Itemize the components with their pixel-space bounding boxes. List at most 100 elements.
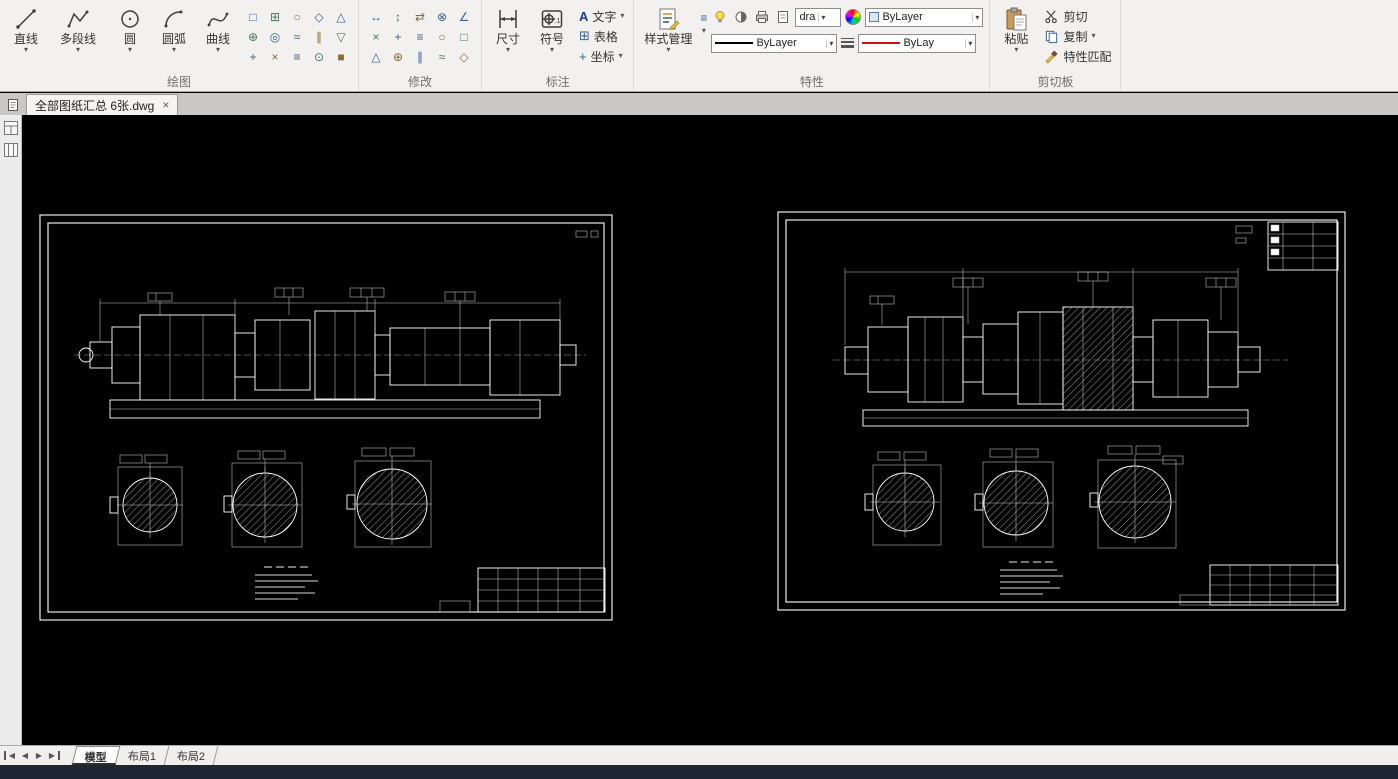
match-properties-button[interactable]: 特性匹配	[1040, 47, 1114, 65]
chevron-down-icon[interactable]: ▾	[216, 46, 220, 54]
modify-group-label[interactable]: 修改	[359, 73, 481, 90]
modify-tool-icon[interactable]: ∠	[453, 7, 475, 27]
properties-group-label[interactable]: 特性	[634, 73, 989, 90]
dock-panel-icon-1[interactable]	[2, 119, 20, 137]
dimension-button[interactable]: 尺寸 ▾	[488, 3, 528, 54]
modify-tool-icon[interactable]: ○	[431, 27, 453, 47]
draw-tool-icon[interactable]: ◎	[264, 27, 286, 47]
technical-notes-text	[1000, 561, 1063, 595]
chevron-down-icon[interactable]: ▾	[550, 46, 554, 54]
chevron-down-icon[interactable]: ▾	[818, 12, 825, 22]
linetype-combobox[interactable]: ByLayer ▾	[711, 33, 838, 53]
tab-layout1[interactable]: 布局1	[115, 746, 170, 765]
section-view-2	[223, 450, 303, 548]
chevron-down-icon[interactable]: ▾	[24, 46, 28, 54]
next-tab-arrow[interactable]: ▶	[32, 751, 46, 760]
text-button[interactable]: A 文字 ▾	[576, 7, 627, 25]
modify-tool-icon[interactable]: ×	[365, 27, 387, 47]
table-button[interactable]: ⊞ 表格	[576, 27, 627, 45]
draw-tool-icon[interactable]: ≡	[286, 47, 308, 67]
page-icon[interactable]	[774, 9, 791, 26]
draw-tool-icon[interactable]: ×	[264, 47, 286, 67]
paste-button[interactable]: 粘贴 ▾	[996, 3, 1036, 54]
chevron-down-icon[interactable]: ▾	[700, 27, 707, 35]
clipboard-group-label[interactable]: 剪切板	[990, 73, 1120, 90]
model-canvas[interactable]	[22, 115, 1398, 745]
chevron-down-icon[interactable]: ▾	[76, 46, 80, 54]
lineweight-icon[interactable]	[841, 38, 855, 48]
chevron-down-icon[interactable]: ▾	[965, 38, 972, 48]
modify-tool-icon[interactable]: ≈	[431, 47, 453, 67]
chevron-down-icon[interactable]: ▾	[1014, 46, 1018, 54]
prev-tab-arrow[interactable]: ◀	[18, 751, 32, 760]
svg-text:.1: .1	[555, 18, 561, 25]
chevron-down-icon[interactable]: ▾	[172, 46, 176, 54]
draw-tool-icon[interactable]: □	[242, 7, 264, 27]
chevron-down-icon[interactable]: ▾	[666, 46, 670, 54]
modify-tool-icon[interactable]: ⊗	[431, 7, 453, 27]
color-wheel-icon[interactable]	[845, 9, 862, 25]
modify-tool-icon[interactable]: △	[365, 47, 387, 67]
draw-tool-icon[interactable]: ⊞	[264, 7, 286, 27]
draw-tool-icon[interactable]: △	[330, 7, 352, 27]
lightbulb-icon[interactable]	[711, 9, 728, 26]
tab-layout2[interactable]: 布局2	[164, 746, 219, 765]
modify-tool-icon[interactable]: ≡	[409, 27, 431, 47]
last-tab-arrow[interactable]: ▶	[46, 751, 60, 760]
color-combobox[interactable]: ByLayer ▾	[865, 7, 984, 27]
modify-tool-icon[interactable]: ↕	[387, 7, 409, 27]
first-tab-arrow[interactable]: ◀	[4, 751, 18, 760]
modify-tool-icon[interactable]: ∥	[409, 47, 431, 67]
list-icon[interactable]: ≡	[700, 11, 707, 25]
match-properties-icon	[1043, 48, 1059, 64]
lineweight-combobox[interactable]: ByLay ▾	[858, 33, 977, 53]
brightness-icon[interactable]	[732, 9, 749, 26]
drawing-tab-icon[interactable]	[0, 95, 26, 115]
close-icon[interactable]: ×	[162, 98, 169, 112]
printer-icon[interactable]	[753, 9, 770, 26]
draw-tool-icon[interactable]: ■	[330, 47, 352, 67]
draw-tool-icon[interactable]: ≈	[286, 27, 308, 47]
line-button[interactable]: 直线 ▾	[6, 3, 46, 54]
annotate-group-label[interactable]: 标注	[482, 73, 633, 90]
draw-tool-icon[interactable]: ○	[286, 7, 308, 27]
coordinate-button[interactable]: + 坐标 ▾	[576, 47, 627, 65]
sheet-corner-marks	[575, 230, 599, 238]
draw-group-label[interactable]: 绘图	[0, 73, 358, 90]
chevron-down-icon[interactable]: ▾	[619, 52, 623, 60]
circle-button[interactable]: 圆 ▾	[110, 3, 150, 54]
modify-tool-icon[interactable]: ◇	[453, 47, 475, 67]
modify-tool-icon[interactable]: ⊕	[387, 47, 409, 67]
chevron-down-icon[interactable]: ▾	[972, 12, 979, 22]
dimension-icon	[495, 6, 521, 32]
draw-tool-icon[interactable]: +	[242, 47, 264, 67]
draw-tool-icon[interactable]: ⊙	[308, 47, 330, 67]
polyline-button[interactable]: 多段线 ▾	[50, 3, 106, 54]
draw-tool-icon[interactable]: ⊕	[242, 27, 264, 47]
arc-button[interactable]: 圆弧 ▾	[154, 3, 194, 54]
dimension-annotations	[99, 287, 561, 343]
modify-tool-icon[interactable]: +	[387, 27, 409, 47]
copy-button[interactable]: 复制 ▾	[1040, 27, 1114, 45]
chevron-down-icon[interactable]: ▾	[620, 12, 624, 20]
cut-button[interactable]: 剪切	[1040, 7, 1114, 25]
modify-tool-icon[interactable]: ↔	[365, 7, 387, 27]
symbol-button[interactable]: .1 符号 ▾	[532, 3, 572, 54]
modify-tool-icon[interactable]: ⇄	[409, 7, 431, 27]
polyline-label: 多段线	[59, 32, 96, 46]
draw-order-combobox[interactable]: dra ▾	[795, 7, 842, 27]
chevron-down-icon[interactable]: ▾	[826, 38, 833, 48]
modify-tool-icon[interactable]: □	[453, 27, 475, 47]
draw-tool-icon[interactable]: ▽	[330, 27, 352, 47]
chevron-down-icon[interactable]: ▾	[1091, 32, 1095, 40]
tab-model[interactable]: 模型	[71, 746, 121, 765]
spline-button[interactable]: 曲线 ▾	[198, 3, 238, 54]
revision-table	[1235, 221, 1339, 271]
draw-tool-icon[interactable]: ∥	[308, 27, 330, 47]
dock-panel-icon-2[interactable]	[2, 141, 20, 159]
style-manager-button[interactable]: 样式管理 ▾	[640, 3, 696, 54]
chevron-down-icon[interactable]: ▾	[506, 46, 510, 54]
draw-tool-icon[interactable]: ◇	[308, 7, 330, 27]
chevron-down-icon[interactable]: ▾	[128, 46, 132, 54]
document-tab[interactable]: 全部图纸汇总 6张.dwg ×	[26, 94, 179, 115]
